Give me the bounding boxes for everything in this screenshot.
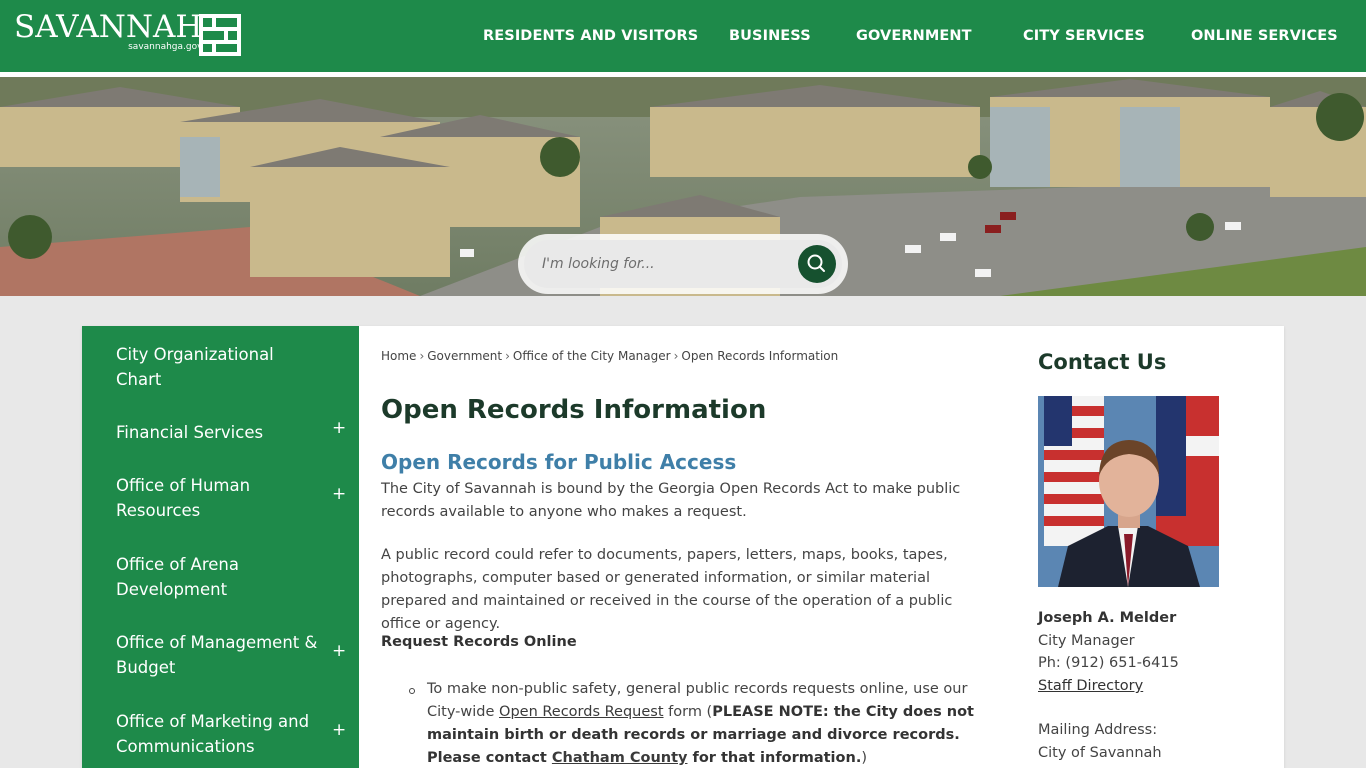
expand-human-resources-icon[interactable]: +: [332, 484, 346, 504]
nav-business[interactable]: BUSINESS: [729, 28, 811, 44]
breadcrumb-current-page: Open Records Information: [681, 349, 839, 363]
list-item: To make non-public safety, general publi…: [427, 678, 992, 768]
search-field-wrapper: [524, 240, 842, 288]
search-input[interactable]: [542, 250, 782, 278]
list-bullet: [409, 688, 415, 694]
list-item-text: form (: [663, 704, 713, 720]
intro-paragraph: The City of Savannah is bound by the Geo…: [381, 481, 961, 520]
sidebar-item-office-of-human-resources[interactable]: Office of Human Resources: [116, 473, 316, 523]
contact-us-heading: Contact Us: [1038, 350, 1167, 374]
site-logo[interactable]: Savannah savannahga.gov: [14, 9, 203, 52]
section-subtitle: Open Records for Public Access: [381, 450, 737, 474]
sidebar-item-office-of-arena-development[interactable]: Office of Arena Development: [116, 552, 316, 602]
search-icon: [807, 254, 825, 272]
mailing-address-label: Mailing Address:: [1038, 722, 1158, 738]
contact-role: City Manager: [1038, 633, 1135, 649]
list-item-close: ): [861, 750, 867, 766]
search-button[interactable]: [798, 245, 836, 283]
expand-management-budget-icon[interactable]: +: [332, 641, 346, 661]
contact-name: Joseph A. Melder: [1038, 610, 1177, 626]
mailing-address-line: City of Savannah: [1038, 745, 1162, 761]
request-records-heading: Request Records Online: [381, 634, 577, 650]
breadcrumb-office-of-city-manager[interactable]: Office of the City Manager: [513, 349, 671, 363]
breadcrumb-separator: ›: [505, 349, 510, 363]
search-bar: [518, 234, 848, 294]
breadcrumb-home[interactable]: Home: [381, 349, 416, 363]
expand-financial-services-icon[interactable]: +: [332, 418, 346, 438]
nav-online-services[interactable]: ONLINE SERVICES: [1191, 28, 1338, 44]
staff-directory-link[interactable]: Staff Directory: [1038, 678, 1143, 694]
sidebar-item-office-of-marketing-and-communications[interactable]: Office of Marketing and Communications: [116, 709, 316, 759]
portrait-image: [1038, 396, 1219, 587]
nav-residents-and-visitors[interactable]: RESIDENTS AND VISITORS: [483, 28, 698, 44]
records-note-end: for that information.: [687, 750, 862, 766]
contact-phone: Ph: (912) 651-6415: [1038, 655, 1179, 671]
breadcrumb: Home › Government › Office of the City Manag…: [381, 349, 838, 363]
logo-url: savannahga.gov: [128, 42, 203, 52]
expand-marketing-icon[interactable]: +: [332, 720, 346, 740]
nav-government[interactable]: GOVERNMENT: [856, 28, 972, 44]
hero-banner: [0, 77, 1366, 296]
logo-wordmark: Savannah: [14, 9, 203, 45]
public-record-definition: A public record could refer to documents…: [381, 547, 953, 632]
nav-city-services[interactable]: CITY SERVICES: [1023, 28, 1145, 44]
open-records-request-link[interactable]: Open Records Request: [499, 704, 664, 720]
city-manager-portrait: [1038, 396, 1219, 587]
city-emblem-icon: [199, 14, 241, 56]
sidebar-item-city-organizational-chart[interactable]: City Organizational Chart: [116, 342, 316, 392]
site-header: Savannah savannahga.gov RESIDENTS AND VI…: [0, 0, 1366, 72]
breadcrumb-separator: ›: [673, 349, 679, 363]
sidebar-item-financial-services[interactable]: Financial Services: [116, 420, 316, 445]
chatham-county-link[interactable]: Chatham County: [552, 750, 688, 766]
breadcrumb-government[interactable]: Government: [427, 349, 502, 363]
breadcrumb-separator: ›: [419, 349, 425, 363]
sidebar-nav: City Organizational Chart Financial Serv…: [82, 326, 359, 768]
page-title: Open Records Information: [381, 395, 767, 425]
sidebar-item-office-of-management-budget[interactable]: Office of Management & Budget: [116, 630, 326, 680]
